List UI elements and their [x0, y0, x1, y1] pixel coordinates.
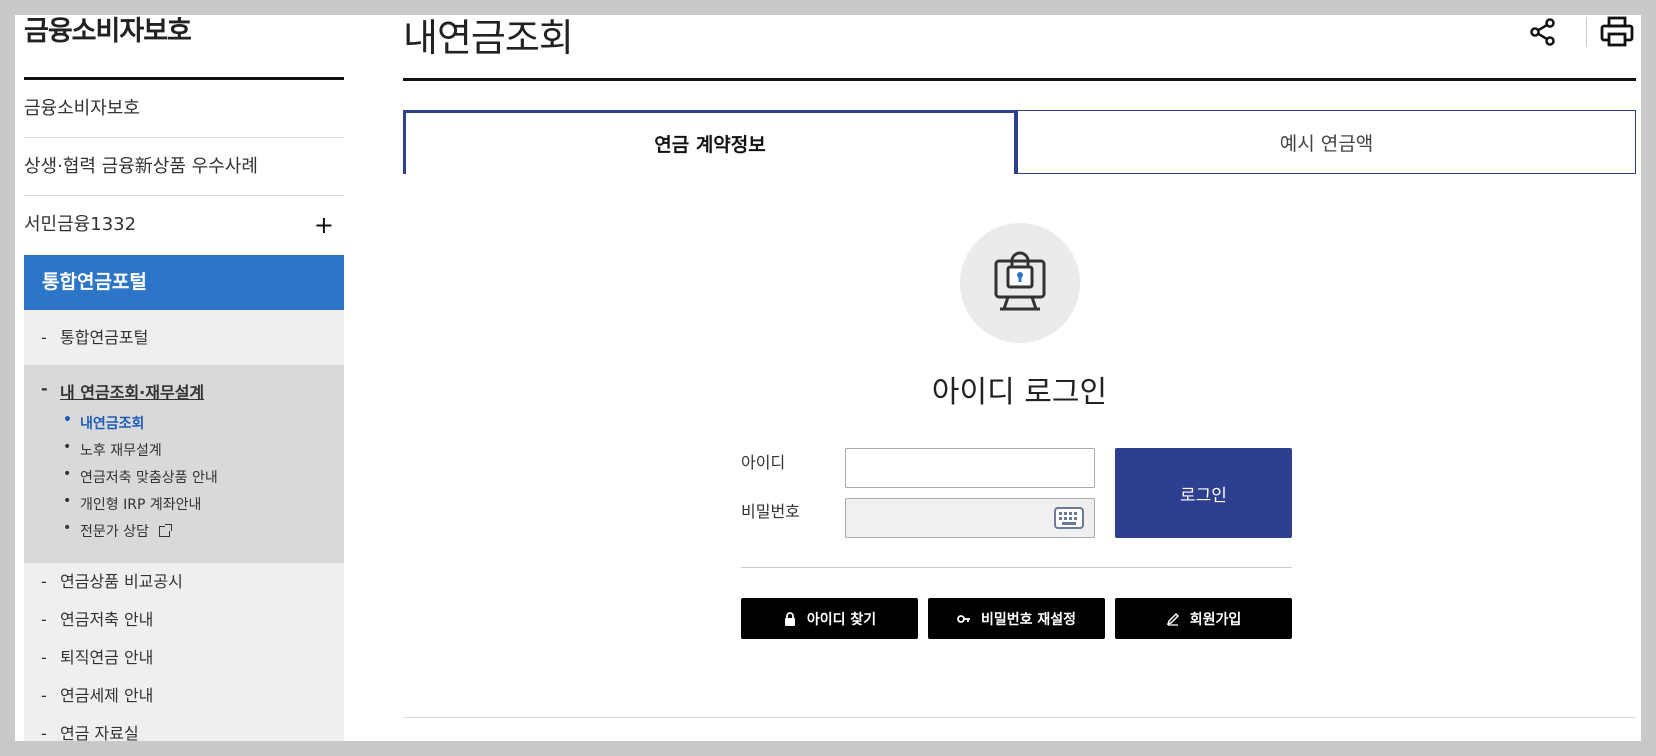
tab-label: 연금 계약정보	[654, 134, 766, 156]
sidebar-item-win-win-products[interactable]: 상생·협력 금융新상품 우수사례	[24, 138, 344, 196]
depth3-item-my-pension-inquiry[interactable]: • 내연금조회	[63, 412, 145, 433]
sidebar-item-label: 통합연금포털	[42, 271, 147, 293]
sidebar-item-label: 서민금융1332	[24, 214, 137, 235]
find-id-label: 아이디 찾기	[806, 611, 877, 628]
login-button[interactable]: 로그인	[1115, 448, 1292, 538]
sidebar-item-pension-portal-active[interactable]: 통합연금포털	[24, 255, 344, 310]
find-id-button[interactable]: 아이디 찾기	[741, 598, 918, 639]
depth3-label: 노후 재무설계	[80, 443, 162, 459]
password-label: 비밀번호	[741, 502, 800, 521]
dash-marker: -	[41, 610, 47, 629]
sidebar-item-label: 금융소비자보호	[24, 98, 140, 119]
sidebar-sub-item-product-compare[interactable]: - 연금상품 비교공시	[24, 563, 344, 601]
depth3-label: 전문가 상담	[80, 524, 149, 540]
page: 금융소비자보호 금융소비자보호 상생·협력 금융新상품 우수사례 서민금융133…	[15, 15, 1641, 741]
reset-password-button[interactable]: 비밀번호 재설정	[928, 598, 1105, 639]
dash-marker: -	[41, 724, 47, 741]
title-divider	[403, 78, 1636, 81]
print-icon[interactable]	[1599, 15, 1635, 51]
sidebar-sub-label: 연금상품 비교공시	[60, 572, 183, 591]
dash-marker: -	[41, 686, 47, 705]
sidebar-item-1332[interactable]: 서민금융1332 +	[24, 196, 344, 254]
tab-example-pension[interactable]: 예시 연금액	[1017, 110, 1636, 174]
reset-password-label: 비밀번호 재설정	[980, 611, 1077, 628]
sidebar-sub-item-archive[interactable]: - 연금 자료실	[24, 715, 344, 741]
tab-label: 예시 연금액	[1279, 132, 1374, 155]
external-link-icon	[159, 524, 173, 537]
id-label: 아이디	[741, 453, 786, 472]
dash-marker: -	[41, 648, 47, 667]
dash-marker: -	[41, 379, 48, 398]
pen-icon	[1166, 612, 1179, 626]
monitor-lock-icon	[994, 251, 1046, 311]
sign-up-label: 회원가입	[1189, 611, 1242, 628]
sidebar-sub-item-my-pension[interactable]: - 내 연금조회·재무설계	[41, 379, 205, 403]
depth3-label: 연금저축 맞춤상품 안내	[80, 470, 218, 486]
login-button-label: 로그인	[1180, 485, 1227, 506]
sidebar-title: 금융소비자보호	[24, 16, 192, 47]
page-title: 내연금조회	[403, 16, 574, 60]
id-input[interactable]	[845, 448, 1095, 488]
bullet-marker: •	[63, 439, 72, 455]
sidebar-sub-label: 통합연금포털	[60, 328, 149, 347]
depth3-item-custom-products[interactable]: • 연금저축 맞춤상품 안내	[63, 466, 218, 487]
bullet-marker: •	[63, 493, 72, 509]
sidebar-sub-item-tax-guide[interactable]: - 연금세제 안내	[24, 677, 344, 715]
sidebar-sub-label: 내 연금조회·재무설계	[60, 383, 205, 402]
dash-marker: -	[41, 572, 47, 591]
sign-up-button[interactable]: 회원가입	[1115, 598, 1292, 639]
sidebar-sub-label: 연금 자료실	[60, 724, 139, 741]
bullet-marker: •	[63, 520, 72, 536]
share-icon[interactable]	[1525, 15, 1561, 51]
keyboard-icon[interactable]	[1054, 507, 1084, 529]
sidebar-sub-item-retirement-pension[interactable]: - 퇴직연금 안내	[24, 639, 344, 677]
sidebar-item-consumer-protection[interactable]: 금융소비자보호	[24, 80, 344, 138]
login-heading: 아이디 로그인	[931, 375, 1108, 410]
sidebar-sub-item-pension-savings[interactable]: - 연금저축 안내	[24, 601, 344, 639]
tab-contract-info[interactable]: 연금 계약정보	[403, 110, 1017, 174]
depth3-item-expert-consult[interactable]: • 전문가 상담	[63, 520, 173, 541]
login-icon-circle	[960, 223, 1080, 343]
key-icon	[957, 614, 970, 623]
depth3-item-retirement-planning[interactable]: • 노후 재무설계	[63, 439, 162, 460]
bullet-marker: •	[63, 412, 72, 428]
sidebar-sub-label: 연금저축 안내	[60, 610, 154, 629]
header-separator	[1586, 17, 1587, 47]
form-divider	[741, 567, 1292, 568]
expand-plus-icon[interactable]: +	[314, 196, 334, 254]
sidebar-item-label: 상생·협력 금융新상품 우수사례	[24, 156, 258, 177]
sidebar-sub-item-pension-portal[interactable]: - 통합연금포털	[24, 310, 344, 365]
dash-marker: -	[41, 328, 47, 347]
sidebar-sub-group-my-pension: - 내 연금조회·재무설계 • 내연금조회 • 노후 재무설계 • 연금저축 맞…	[24, 365, 344, 563]
sidebar-sub-label: 퇴직연금 안내	[60, 648, 154, 667]
depth3-item-irp-account[interactable]: • 개인형 IRP 계좌안내	[63, 493, 202, 514]
depth3-label: 내연금조회	[80, 416, 145, 432]
bullet-marker: •	[63, 466, 72, 482]
section-divider	[403, 717, 1636, 718]
lock-icon	[784, 611, 795, 626]
depth3-label: 개인형 IRP 계좌안내	[80, 497, 202, 513]
sidebar-sub-label: 연금세제 안내	[60, 686, 154, 705]
